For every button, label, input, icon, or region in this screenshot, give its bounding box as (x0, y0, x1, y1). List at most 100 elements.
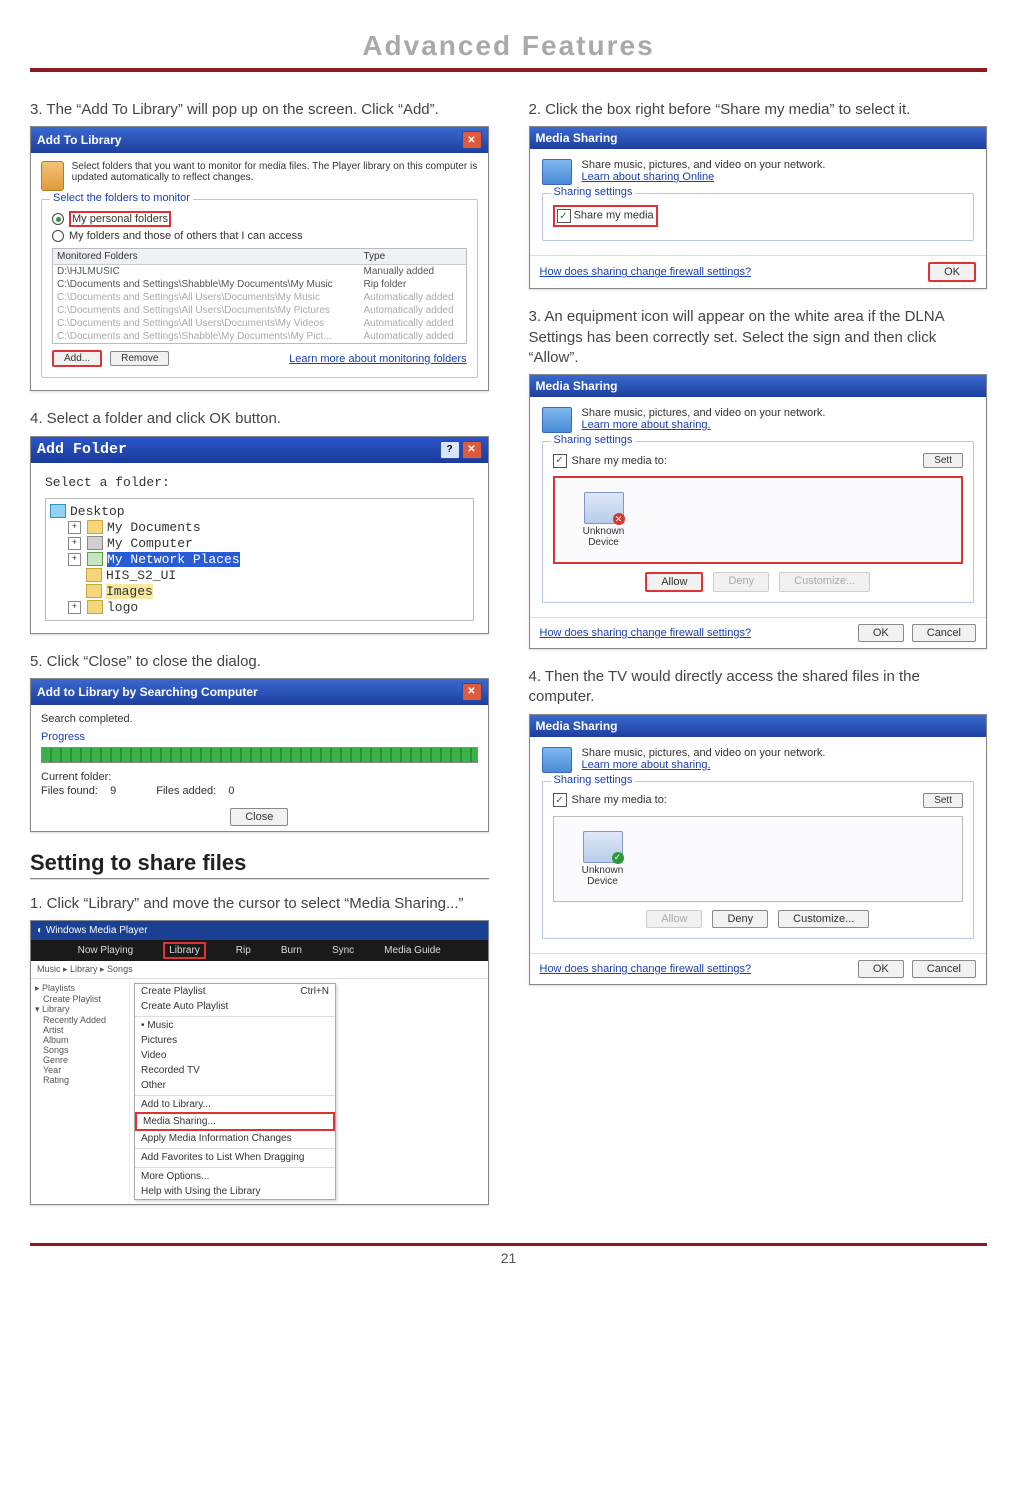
settings-button[interactable]: Sett (923, 793, 963, 808)
close-icon[interactable]: ✕ (462, 683, 482, 701)
expander-icon[interactable]: + (68, 601, 81, 614)
media-sharing-dialog-2: Media Sharing Share music, pictures, and… (529, 374, 988, 649)
device-name: Unknown Device (569, 526, 639, 548)
radio-my-personal[interactable] (52, 213, 64, 225)
firewall-link[interactable]: How does sharing change firewall setting… (540, 627, 752, 639)
group-label: Sharing settings (551, 434, 636, 446)
allowed-badge-icon: ✓ (612, 852, 624, 864)
cancel-button[interactable]: Cancel (912, 960, 976, 978)
tree-item: My Documents (107, 520, 201, 535)
media-sharing-dialog-1: Media Sharing Share music, pictures, and… (529, 126, 988, 289)
add-folder-dialog: Add Folder ? ✕ Select a folder: Desktop … (30, 436, 489, 634)
tab-rip[interactable]: Rip (236, 945, 251, 956)
tree-item: logo (107, 600, 138, 615)
learn-more-link[interactable]: Learn more about monitoring folders (289, 353, 466, 365)
table-row: C:\Documents and Settings\All Users\Docu… (53, 317, 467, 330)
folder-icon (87, 520, 103, 534)
settings-button[interactable]: Sett (923, 453, 963, 468)
close-icon[interactable]: ✕ (462, 131, 482, 149)
media-share-icon (542, 159, 572, 185)
share-checkbox[interactable]: ✓ (557, 209, 571, 223)
menu-item[interactable]: Pictures (135, 1033, 335, 1048)
menu-item[interactable]: More Options... (135, 1167, 335, 1184)
menu-item[interactable]: Add to Library... (135, 1095, 335, 1112)
share-my-media-label: Share my media (574, 210, 654, 222)
expander-icon[interactable]: + (68, 521, 81, 534)
breadcrumb[interactable]: Music ▸ Library ▸ Songs (37, 964, 133, 974)
table-row: C:\Documents and Settings\Shabble\My Doc… (53, 330, 467, 344)
dialog-title: Media Sharing (536, 379, 618, 393)
menu-item[interactable]: • Music (135, 1016, 335, 1033)
firewall-link[interactable]: How does sharing change firewall setting… (540, 963, 752, 975)
allow-button[interactable]: Allow (645, 572, 703, 592)
app-title: Windows Media Player (46, 925, 148, 936)
ok-button[interactable]: OK (858, 624, 904, 642)
tab-burn[interactable]: Burn (281, 945, 302, 956)
folder-icon (87, 600, 103, 614)
firewall-link[interactable]: How does sharing change firewall setting… (540, 266, 752, 278)
section-heading: Setting to share files (30, 850, 489, 876)
ms-desc: Share music, pictures, and video on your… (582, 747, 826, 759)
tab-library[interactable]: Library (163, 942, 206, 959)
allow-button[interactable]: Allow (646, 910, 702, 928)
progress-label: Progress (41, 731, 478, 743)
ok-button[interactable]: OK (858, 960, 904, 978)
device-card[interactable]: ✕ Unknown Device (565, 488, 643, 552)
share-checkbox[interactable]: ✓ (553, 454, 567, 468)
ok-button[interactable]: OK (928, 262, 976, 282)
menu-item[interactable]: Video (135, 1048, 335, 1063)
computer-icon (87, 536, 103, 550)
add-button[interactable]: Add... (52, 350, 102, 367)
menu-item[interactable]: Help with Using the Library (135, 1184, 335, 1199)
cancel-button[interactable]: Cancel (912, 624, 976, 642)
ms-desc: Share music, pictures, and video on your… (582, 407, 826, 419)
share-my-media-to-label: Share my media to: (572, 794, 667, 806)
table-row: C:\Documents and Settings\Shabble\My Doc… (53, 278, 467, 291)
tree-item-selected: Images (106, 584, 153, 599)
menu-item[interactable]: Add Favorites to List When Dragging (135, 1148, 335, 1165)
tree-item: My Network Places (107, 552, 240, 567)
deny-button[interactable]: Deny (713, 572, 769, 592)
expander-icon[interactable]: + (68, 537, 81, 550)
close-button[interactable]: Close (230, 808, 288, 826)
right-column: 2. Click the box right before “Share my … (529, 92, 988, 1223)
files-added-label: Files added: (156, 785, 216, 797)
close-icon[interactable]: ✕ (462, 441, 482, 459)
learn-more-link[interactable]: Learn more about sharing. (582, 419, 826, 431)
tab-sync[interactable]: Sync (332, 945, 354, 956)
add-to-library-dialog: Add To Library ✕ Select folders that you… (30, 126, 489, 391)
expander-icon[interactable]: + (68, 553, 81, 566)
library-menu: Create PlaylistCtrl+N Create Auto Playli… (134, 983, 336, 1200)
menu-item[interactable]: Create Auto Playlist (135, 999, 335, 1014)
deny-button[interactable]: Deny (712, 910, 768, 928)
step-1-share-text: 1. Click “Library” and move the cursor t… (30, 894, 489, 914)
group-label: Sharing settings (551, 186, 636, 198)
folder-tree[interactable]: Desktop +My Documents +My Computer +My N… (45, 498, 474, 621)
radio-others[interactable] (52, 230, 64, 242)
share-checkbox[interactable]: ✓ (553, 793, 567, 807)
device-icon: ✕ (584, 492, 624, 524)
remove-button[interactable]: Remove (110, 351, 169, 366)
help-icon[interactable]: ? (440, 441, 460, 459)
group-label: Select the folders to monitor (50, 192, 193, 204)
menu-item-media-sharing[interactable]: Media Sharing... (135, 1112, 335, 1131)
menu-item[interactable]: Apply Media Information Changes (135, 1131, 335, 1146)
customize-button[interactable]: Customize... (778, 910, 869, 928)
learn-more-link[interactable]: Learn more about sharing. (582, 759, 826, 771)
select-folder-label: Select a folder: (45, 475, 474, 490)
learn-online-link[interactable]: Learn about sharing Online (582, 171, 826, 183)
col-folder: Monitored Folders (53, 249, 360, 265)
current-folder-label: Current folder: (41, 771, 478, 783)
tab-nowplaying[interactable]: Now Playing (78, 945, 134, 956)
menu-item[interactable]: Other (135, 1078, 335, 1093)
menu-item[interactable]: Recorded TV (135, 1063, 335, 1078)
device-icon: ✓ (583, 831, 623, 863)
table-row: C:\Documents and Settings\All Users\Docu… (53, 304, 467, 317)
files-found-label: Files found: (41, 785, 98, 797)
menu-item[interactable]: Create PlaylistCtrl+N (135, 984, 335, 999)
device-card[interactable]: ✓ Unknown Device (564, 827, 642, 891)
files-added-value: 0 (228, 785, 234, 797)
tab-mediaguide[interactable]: Media Guide (384, 945, 441, 956)
customize-button[interactable]: Customize... (779, 572, 870, 592)
dialog-title: Add to Library by Searching Computer (37, 685, 258, 699)
